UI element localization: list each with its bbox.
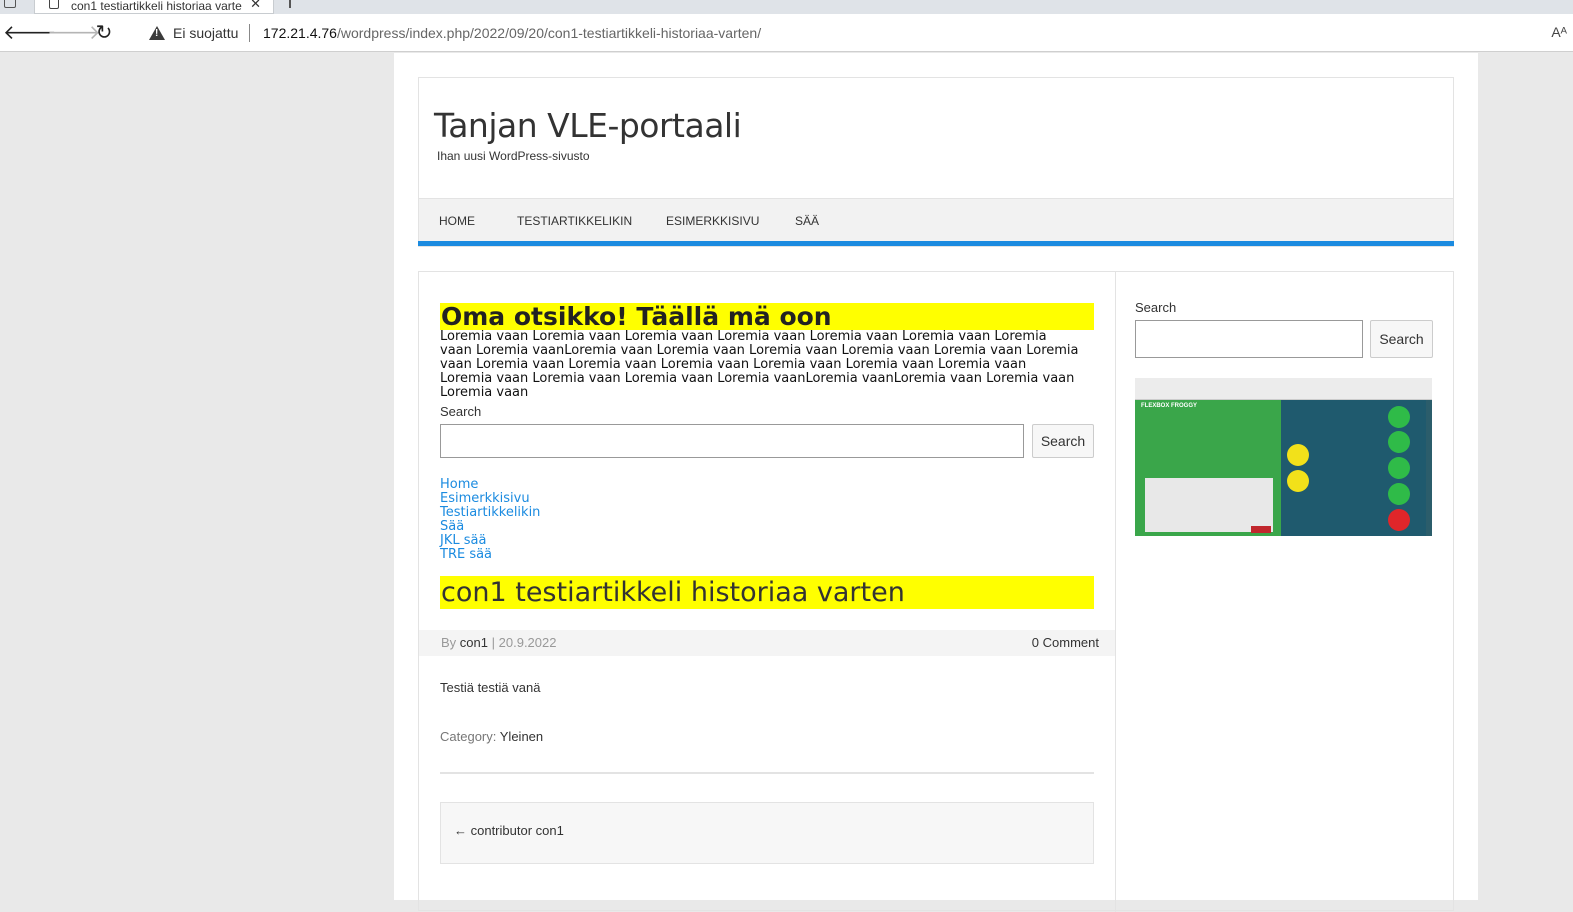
lilypad-icon [1388,406,1410,428]
page-icon [49,0,59,9]
lorem-paragraph: Loremia vaan Loremia vaan Loremia vaan L… [440,329,1079,400]
meta-separator: | [491,635,496,650]
lilypad-icon [1388,457,1410,479]
lilypad-icon [1388,431,1410,453]
page-container: Tanjan VLE-portaali Ihan uusi WordPress-… [394,53,1478,912]
nav-item-saa[interactable]: SÄÄ [795,214,819,228]
main-search-button[interactable]: Search [1032,424,1094,458]
sidebar-search-input[interactable] [1135,320,1363,358]
post-byline: By con1 | 20.9.2022 [441,635,556,650]
thumb-instructions-panel: FLEXBOX FROGGY [1135,400,1281,536]
lilypad-icon [1388,483,1410,505]
link-saa[interactable]: Sää [440,520,540,534]
close-icon[interactable]: ✕ [250,0,261,12]
link-jkl-saa[interactable]: JKL sää [440,534,540,548]
reload-icon[interactable]: ↻ [91,20,117,46]
read-aloud-icon[interactable]: Aᴬ [1551,24,1567,40]
red-lilypad-icon [1388,509,1410,531]
post-category: Category: Yleinen [440,729,543,744]
previous-post-link[interactable]: ← contributor con1 [454,823,564,838]
category-label: Category: [440,729,497,744]
post-meta: By con1 | 20.9.2022 0 Comment [419,630,1115,656]
comments-link[interactable]: 0 Comment [1032,635,1099,650]
url-text[interactable]: 172.21.4.76/wordpress/index.php/2022/09/… [263,25,761,41]
thumb-code-editor [1145,478,1273,532]
frog-icon [1287,470,1309,492]
tab-actions-icon[interactable] [4,0,16,8]
link-testiartikkelikin[interactable]: Testiartikkelikin [440,506,540,520]
site-header: Tanjan VLE-portaali Ihan uusi WordPress-… [418,77,1454,247]
nav-accent-bar [418,241,1454,246]
sidebar-search-label: Search [1135,300,1177,315]
tab-title: con1 testiartikkeli historiaa varte [71,0,242,13]
post-title: con1 testiartikkeli historiaa varten [440,576,1094,609]
address-separator [249,24,250,42]
post-body: Testiä testiä vanä [440,680,541,695]
post-navigation: ← contributor con1 [440,802,1094,864]
byline-label: By [441,635,457,650]
sidebar-divider [1115,272,1116,912]
link-tre-saa[interactable]: TRE sää [440,548,540,562]
site-description: Ihan uusi WordPress-sivusto [437,149,590,163]
thumb-brand: FLEXBOX FROGGY [1141,403,1198,409]
tab-strip: con1 testiartikkeli historiaa varte ✕ [0,0,1573,14]
main-search-label: Search [440,404,482,419]
url-host: 172.21.4.76 [263,25,337,41]
category-link[interactable]: Yleinen [500,729,543,744]
custom-heading: Oma otsikko! Täällä mä oon [440,303,1094,331]
back-arrow-icon[interactable]: 🡐 [3,20,57,46]
content-area: Oma otsikko! Täällä mä oon Loremia vaan … [418,271,1454,912]
thumb-browser-bar [1135,378,1432,400]
sidebar-search-button[interactable]: Search [1370,320,1433,358]
frog-icon [1287,444,1309,466]
address-bar[interactable]: Ei suojattu 172.21.4.76/wordpress/index.… [132,18,1573,48]
main-navigation: HOME TESTIARTIKKELIKIN ESIMERKKISIVU SÄÄ [419,198,1453,242]
new-tab-icon[interactable] [289,0,291,8]
link-esimerkkisivu[interactable]: Esimerkkisivu [440,492,540,506]
nav-item-home[interactable]: HOME [439,214,475,228]
forward-arrow-icon[interactable]: 🡒 [47,20,101,46]
security-label[interactable]: Ei suojattu [173,25,238,41]
post-author-link[interactable]: con1 [460,635,488,650]
warning-icon[interactable] [149,26,165,40]
post-divider [440,772,1094,774]
browser-toolbar: 🡐 🡒 ↻ Ei suojattu 172.21.4.76/wordpress/… [0,14,1573,52]
nav-item-testiartikkelikin[interactable]: TESTIARTIKKELIKIN [517,214,632,228]
link-home[interactable]: Home [440,478,540,492]
post-date[interactable]: 20.9.2022 [499,635,557,650]
browser-tab[interactable]: con1 testiartikkeli historiaa varte ✕ [34,0,274,14]
page-links: Home Esimerkkisivu Testiartikkelikin Sää… [440,478,540,562]
url-path: /wordpress/index.php/2022/09/20/con1-tes… [336,25,762,41]
nav-item-esimerkkisivu[interactable]: ESIMERKKISIVU [666,214,759,228]
thumb-submit-button [1251,526,1271,533]
main-search-input[interactable] [440,424,1024,458]
flexbox-froggy-screenshot[interactable]: FLEXBOX FROGGY [1135,378,1432,536]
site-title[interactable]: Tanjan VLE-portaali [434,106,742,145]
